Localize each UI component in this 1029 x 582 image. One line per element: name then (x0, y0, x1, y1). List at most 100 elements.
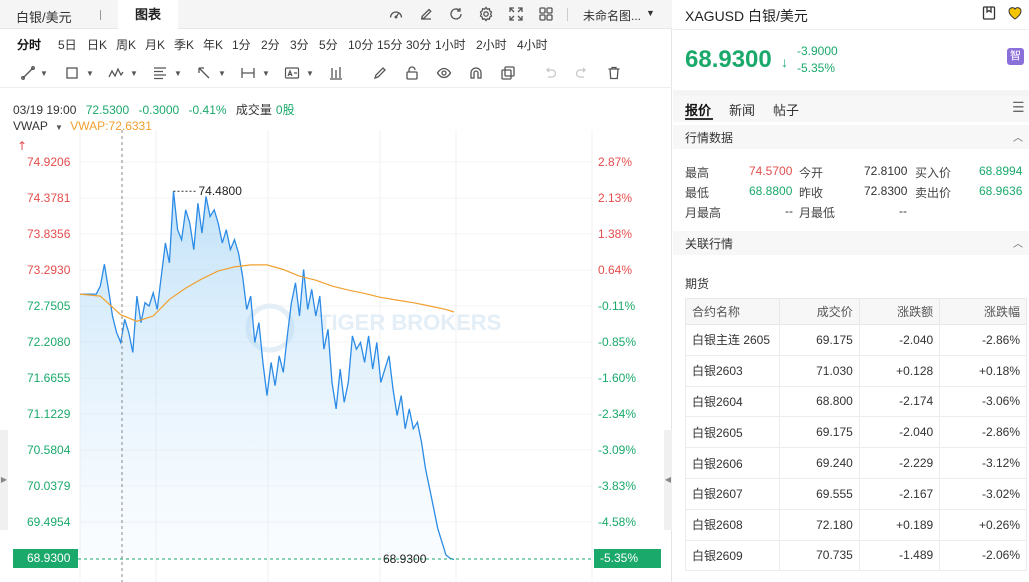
menu-icon[interactable]: ☰ (1012, 99, 1025, 116)
chart-tab[interactable]: 图表 (118, 0, 178, 29)
price-tick-label: 73.8356 (27, 227, 71, 241)
favorite-heart-icon[interactable] (1007, 5, 1023, 21)
lock-icon[interactable] (404, 65, 420, 81)
period-13[interactable]: 30分 (406, 36, 431, 53)
magnet-icon[interactable] (468, 65, 484, 81)
price-tick-label: 74.3781 (27, 191, 71, 205)
stat-prev-value: 72.8300 (864, 184, 908, 198)
table-row[interactable]: 白银2605 69.175 -2.040 -2.86% (685, 416, 1027, 449)
contract-pct: +0.18% (939, 354, 1027, 387)
contract-name: 白银2606 (685, 447, 780, 479)
price-tick-label: 73.2930 (27, 263, 71, 277)
contract-change: -2.229 (858, 447, 941, 479)
col-header-pct[interactable]: 涨跌幅 (939, 298, 1027, 325)
layout-grid-icon[interactable] (538, 6, 554, 22)
pct-tick-label: -0.11% (598, 299, 635, 313)
period-9[interactable]: 3分 (290, 36, 309, 53)
pct-tick-label: -0.85% (598, 335, 636, 349)
period-15[interactable]: 2小时 (476, 36, 507, 53)
chevron-up-icon[interactable]: ︿ (1013, 129, 1023, 144)
chevron-down-icon[interactable]: ▼ (218, 69, 226, 78)
eye-icon[interactable] (436, 65, 452, 81)
period-7[interactable]: 1分 (232, 36, 251, 53)
crosshair-time: 03/19 19:00 (13, 103, 77, 117)
pencil-icon[interactable] (372, 65, 388, 81)
gear-icon[interactable] (478, 6, 494, 22)
arrow-up-marker: ↑ (17, 139, 27, 153)
chevron-down-icon[interactable]: ▼ (306, 69, 314, 78)
period-14[interactable]: 1小时 (435, 36, 466, 53)
crosshair-price: 72.5300 (85, 103, 130, 117)
redo-icon[interactable] (574, 65, 590, 81)
scroll-right-handle[interactable]: ◀ (664, 430, 672, 530)
contract-change: -2.040 (858, 416, 941, 449)
measure-icon[interactable] (240, 65, 256, 81)
col-header-name[interactable]: 合约名称 (685, 298, 780, 325)
related-header[interactable]: 关联行情 ︿ (673, 231, 1029, 255)
layers-icon[interactable] (500, 65, 516, 81)
period-6[interactable]: 年K (203, 36, 223, 53)
price-tick-label: 70.0379 (27, 479, 71, 493)
chevron-down-icon[interactable]: ▼ (262, 69, 270, 78)
scroll-left-handle[interactable]: ▶ (0, 430, 8, 530)
refresh-icon[interactable] (448, 6, 464, 22)
ai-assistant-icon[interactable]: 智 (1007, 48, 1024, 65)
period-0[interactable]: 分时 (17, 36, 41, 53)
period-5[interactable]: 季K (174, 36, 194, 53)
bookmark-icon[interactable] (981, 5, 997, 21)
tab-news[interactable]: 新闻 (729, 100, 755, 119)
period-16[interactable]: 4小时 (517, 36, 548, 53)
table-row[interactable]: 白银2603 71.030 +0.128 +0.18% (685, 354, 1027, 387)
edit-icon[interactable] (418, 6, 434, 22)
stat-bid: 买入价 (915, 166, 952, 180)
period-8[interactable]: 2分 (261, 36, 280, 53)
contract-pct: -2.86% (939, 416, 1027, 449)
table-row[interactable]: 白银2606 69.240 -2.229 -3.12% (685, 447, 1027, 479)
bars-icon[interactable] (328, 65, 344, 81)
pct-tick-label: 1.38% (598, 227, 632, 241)
trash-icon[interactable] (606, 65, 622, 81)
undo-icon[interactable] (542, 65, 558, 81)
layout-select[interactable]: 未命名图... (583, 7, 641, 24)
chevron-up-icon[interactable]: ︿ (1013, 235, 1023, 250)
rectangle-icon[interactable] (64, 65, 80, 81)
col-header-change[interactable]: 涨跌额 (858, 298, 941, 325)
last-price-tag: 68.9300 (13, 549, 78, 568)
pattern-icon[interactable] (108, 65, 124, 81)
period-12[interactable]: 15分 (377, 36, 402, 53)
table-row[interactable]: 白银2607 69.555 -2.167 -3.02% (685, 477, 1027, 510)
market-data-header[interactable]: 行情数据 ︿ (673, 125, 1029, 149)
last-pct-tag: -5.35% (594, 549, 661, 568)
period-2[interactable]: 日K (87, 36, 107, 53)
fullscreen-icon[interactable] (508, 6, 524, 22)
chevron-down-icon[interactable]: ▼ (646, 8, 655, 18)
period-4[interactable]: 月K (145, 36, 165, 53)
active-tab-underline (685, 118, 713, 120)
fib-icon[interactable] (152, 65, 168, 81)
period-11[interactable]: 10分 (348, 36, 373, 53)
col-header-price[interactable]: 成交价 (779, 298, 860, 325)
speedometer-icon[interactable] (388, 6, 404, 22)
pct-tick-label: 2.13% (598, 191, 632, 205)
table-row[interactable]: 白银2608 72.180 +0.189 +0.26% (685, 508, 1027, 541)
table-row[interactable]: 白银主连 2605 69.175 -2.040 -2.86% (685, 324, 1027, 356)
text-icon[interactable] (284, 65, 300, 81)
price-chart[interactable]: 74.9206 2.87% 74.3781 2.13% 73.8356 1.38% 73.2… (0, 130, 672, 582)
volume-value: 0股 (275, 103, 295, 117)
tab-quote[interactable]: 报价 (685, 100, 711, 119)
period-1[interactable]: 5日 (58, 36, 77, 53)
chevron-down-icon[interactable]: ▼ (130, 69, 138, 78)
contract-price: 69.175 (779, 324, 860, 356)
period-3[interactable]: 周K (116, 36, 136, 53)
table-row[interactable]: 白银2604 68.800 -2.174 -3.06% (685, 385, 1027, 418)
stat-high-value: 74.5700 (749, 164, 793, 178)
table-row[interactable]: 白银2609 70.735 -1.489 -2.06% (685, 539, 1027, 572)
ray-icon[interactable] (196, 65, 212, 81)
instrument-tab[interactable]: 白银/美元 (16, 7, 72, 26)
chevron-down-icon[interactable]: ▼ (40, 69, 48, 78)
chevron-down-icon[interactable]: ▼ (174, 69, 182, 78)
draw-line-icon[interactable] (20, 65, 36, 81)
period-10[interactable]: 5分 (319, 36, 338, 53)
chevron-down-icon[interactable]: ▼ (86, 69, 94, 78)
tab-posts[interactable]: 帖子 (773, 100, 799, 119)
